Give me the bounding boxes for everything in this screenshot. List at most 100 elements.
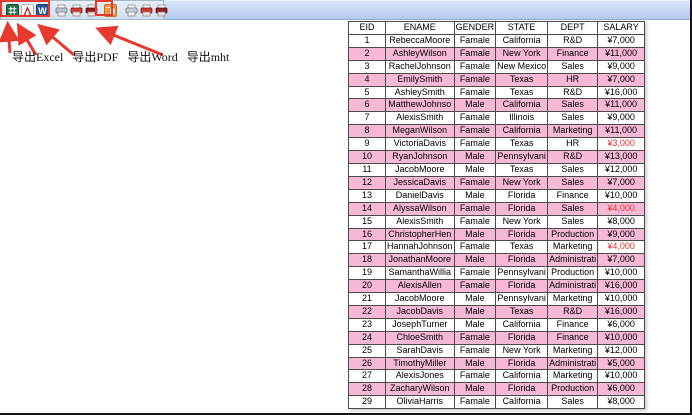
table-cell-ename: SarahDavis xyxy=(385,343,455,358)
table-cell-eid: 19 xyxy=(348,266,386,281)
table-row[interactable]: 4 EmilySmith Famale Texas HR ¥7,000 xyxy=(348,72,646,87)
label-export-word: 导出Word xyxy=(127,50,178,64)
table-cell-salary: ¥16,000 xyxy=(597,85,646,100)
table-cell-dept: Finance xyxy=(547,46,599,61)
table-row[interactable]: 16 ChristopherHen Male Florida Production ¥9,… xyxy=(348,227,646,242)
table-cell-gender: Male xyxy=(453,253,497,268)
table-cell-gender: Famale xyxy=(453,279,497,294)
table-cell-salary: ¥4,000 xyxy=(597,201,646,216)
table-cell-dept: Sales xyxy=(547,162,599,177)
table-row[interactable]: 19 SamanthaWillia Famale Pennsylvani Product… xyxy=(348,266,646,281)
table-cell-gender: Famale xyxy=(453,214,497,229)
table-cell-state: Florida xyxy=(495,253,549,268)
report-window: W 导出Excel 导出PDF 导出Word 导出mht EID ENAME G… xyxy=(0,0,692,415)
table-row[interactable]: 12 JessicaDavis Famale New York Sales ¥7,000 xyxy=(348,175,646,190)
table-cell-eid: 16 xyxy=(348,227,386,242)
table-cell-state: Florida xyxy=(495,382,549,397)
table-cell-salary: ¥6,000 xyxy=(597,382,646,397)
column-header-gender[interactable]: GENDER xyxy=(453,21,497,35)
table-row[interactable]: 21 JacobMoore Male Pennsylvani Marketing ¥10,… xyxy=(348,292,646,306)
table-row[interactable]: 15 AlexisSmith Famale New York Sales ¥8,000 xyxy=(348,214,646,229)
table-row[interactable]: 26 TimothyMiller Male Florida Administrati ¥5… xyxy=(348,356,646,371)
table-cell-state: Florida xyxy=(495,227,549,242)
table-row[interactable]: 13 DanielDavis Male Florida Finance ¥10,000 xyxy=(348,188,646,203)
table-row[interactable]: 27 AlexisJones Famale California Marketing ¥1… xyxy=(348,369,646,384)
table-cell-dept: Sales xyxy=(547,175,599,190)
table-row[interactable]: 23 JosephTurner Male California Finance ¥6,00… xyxy=(348,317,646,332)
table-cell-eid: 15 xyxy=(348,214,386,229)
table-row[interactable]: 17 HannahJohnson Famale Texas Marketing ¥4,00… xyxy=(348,240,646,255)
print-preview-button-2[interactable] xyxy=(140,3,153,17)
printer-icon xyxy=(55,4,68,17)
table-cell-dept: R&D xyxy=(547,33,599,48)
column-header-salary[interactable]: SALARY xyxy=(597,21,646,35)
table-cell-eid: 20 xyxy=(348,279,386,294)
table-cell-eid: 5 xyxy=(348,85,386,100)
table-cell-ename: AshleyWilson xyxy=(385,46,455,61)
table-cell-gender: Male xyxy=(453,98,497,113)
table-cell-dept: Administrati xyxy=(547,356,599,371)
table-row[interactable]: 29 OliviaHarris Famale California Sales ¥8,00… xyxy=(348,395,646,410)
table-row[interactable]: 7 AlexisSmith Famale Illinois Sales ¥9,000 xyxy=(348,111,646,126)
table-row[interactable]: 14 AlyssaWilson Famale Florida Sales ¥4,000 xyxy=(348,201,646,216)
table-row[interactable]: 8 MeganWilson Famale California Marketing ¥11… xyxy=(348,124,646,139)
table-cell-salary: ¥10,000 xyxy=(597,369,646,384)
table-cell-state: Texas xyxy=(495,85,549,100)
table-row[interactable]: 28 ZacharyWilson Male Florida Production ¥6,0… xyxy=(348,382,646,397)
table-cell-salary: ¥9,000 xyxy=(597,59,646,74)
table-cell-state: Pennsylvani xyxy=(495,150,549,164)
printer-icon xyxy=(125,4,138,17)
table-cell-ename: RyanJohnson xyxy=(385,150,455,164)
table-cell-state: Texas xyxy=(495,304,549,319)
column-header-ename[interactable]: ENAME xyxy=(385,21,455,35)
table-cell-state: New York xyxy=(495,343,549,358)
table-cell-eid: 6 xyxy=(348,98,386,113)
table-row[interactable]: 20 AlexisAllen Famale Florida Administrati ¥1… xyxy=(348,279,646,294)
table-cell-eid: 28 xyxy=(348,382,386,397)
column-header-state[interactable]: STATE xyxy=(495,21,549,35)
table-row[interactable]: 25 SarahDavis Famale New York Marketing ¥12,0… xyxy=(348,343,646,358)
table-cell-state: Pennsylvani xyxy=(495,266,549,281)
table-row[interactable]: 6 MatthewJohnso Male California Sales ¥11,000 xyxy=(348,98,646,113)
table-cell-eid: 7 xyxy=(348,111,386,126)
table-row[interactable]: 2 AshleyWilson Famale New York Finance ¥11,00… xyxy=(348,46,646,61)
table-cell-dept: Finance xyxy=(547,330,599,345)
print-setup-button-2[interactable] xyxy=(155,3,168,17)
table-cell-ename: HannahJohnson xyxy=(385,240,455,255)
table-row[interactable]: 18 JonathanMoore Male Florida Administrati ¥7… xyxy=(348,253,646,268)
table-cell-gender: Famale xyxy=(453,201,497,216)
table-cell-state: California xyxy=(495,33,549,48)
column-header-dept[interactable]: DEPT xyxy=(547,21,599,35)
table-row[interactable]: 3 RachelJohnson Famale New Mexico Sales ¥9,00… xyxy=(348,59,646,74)
table-row[interactable]: 24 ChloeSmith Famale Florida Finance ¥10,000 xyxy=(348,330,646,345)
table-row[interactable]: 11 JacobMoore Male Texas Sales ¥12,000 xyxy=(348,162,646,177)
table-cell-state: Texas xyxy=(495,72,549,87)
column-header-eid[interactable]: EID xyxy=(348,21,386,35)
table-cell-eid: 1 xyxy=(348,33,386,48)
print-button[interactable] xyxy=(55,3,68,17)
table-cell-ename: JonathanMoore xyxy=(385,253,455,268)
table-cell-gender: Male xyxy=(453,304,497,319)
table-row[interactable]: 9 VictoriaDavis Famale Texas HR ¥3,000 xyxy=(348,137,646,152)
table-cell-salary: ¥13,000 xyxy=(597,150,646,164)
table-cell-ename: OliviaHarris xyxy=(385,395,455,410)
table-cell-ename: JosephTurner xyxy=(385,317,455,332)
table-cell-salary: ¥3,000 xyxy=(597,137,646,152)
print-preview-button[interactable] xyxy=(70,3,83,17)
toolbar-fill xyxy=(164,0,690,20)
table-cell-ename: MatthewJohnso xyxy=(385,98,455,113)
table-cell-gender: Male xyxy=(453,150,497,164)
table-row[interactable]: 10 RyanJohnson Male Pennsylvani R&D ¥13,000 xyxy=(348,150,646,164)
table-cell-gender: Famale xyxy=(453,240,497,255)
table-cell-salary: ¥7,000 xyxy=(597,253,646,268)
table-cell-state: New York xyxy=(495,175,549,190)
table-row[interactable]: 5 AshleySmith Famale Texas R&D ¥16,000 xyxy=(348,85,646,100)
table-cell-ename: JacobDavis xyxy=(385,304,455,319)
print-button-2[interactable] xyxy=(125,3,138,17)
table-cell-state: California xyxy=(495,395,549,410)
table-row[interactable]: 22 JacobDavis Male Texas R&D ¥16,000 xyxy=(348,304,646,319)
table-cell-eid: 24 xyxy=(348,330,386,345)
table-cell-ename: JacobMoore xyxy=(385,162,455,177)
table-cell-gender: Male xyxy=(453,356,497,371)
table-row[interactable]: 1 RebeccaMoore Famale California R&D ¥7,000 xyxy=(348,33,646,48)
